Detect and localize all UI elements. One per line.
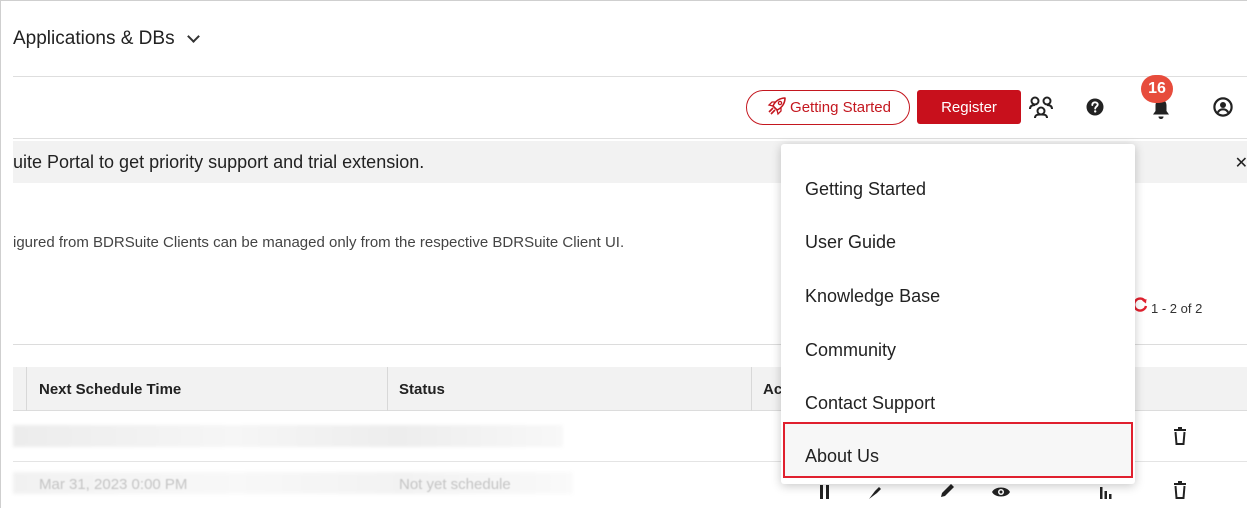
menu-item-community[interactable]: Community [805, 340, 896, 361]
applications-dbs-menu[interactable]: Applications & DBs [13, 27, 200, 50]
users-network-icon[interactable] [1027, 93, 1055, 121]
close-icon[interactable]: ✕ [1235, 153, 1247, 173]
register-button[interactable]: Register [917, 90, 1021, 124]
pagination: 1 - 2 of 2 [1133, 297, 1203, 316]
toolbar: Getting Started Register 16 [13, 75, 1247, 139]
applications-dbs-menu-label: Applications & DBs [13, 27, 175, 49]
top-navigation: Applications & DBs [13, 1, 1247, 77]
app-frame: Applications & DBs Getting Started Regis… [0, 0, 1247, 508]
pause-icon[interactable] [819, 485, 831, 504]
view-icon[interactable] [991, 485, 1011, 504]
next-schedule-value: Mar 31, 2023 0:00 PM [39, 476, 188, 493]
column-header-actions[interactable]: Ac [751, 367, 782, 411]
rocket-icon [765, 96, 787, 120]
column-separator [26, 367, 27, 411]
menu-item-about-us[interactable]: About Us [805, 446, 879, 467]
column-header-status[interactable]: Status [387, 367, 445, 411]
menu-item-knowledge-base[interactable]: Knowledge Base [805, 286, 940, 307]
redacted-content [13, 425, 563, 447]
pin-icon[interactable] [867, 485, 883, 504]
banner-text: uite Portal to get priority support and … [13, 151, 425, 172]
pagination-range: 1 - 2 of 2 [1151, 301, 1203, 316]
status-value: Not yet schedule [399, 476, 511, 493]
getting-started-button[interactable]: Getting Started [746, 90, 910, 125]
delete-icon[interactable] [1173, 481, 1187, 504]
help-icon[interactable] [1081, 93, 1109, 121]
info-note: igured from BDRSuite Clients can be mana… [13, 234, 625, 251]
help-dropdown-menu: Getting Started User Guide Knowledge Bas… [781, 144, 1135, 484]
menu-item-user-guide[interactable]: User Guide [805, 232, 896, 253]
bar-chart-icon[interactable] [1099, 485, 1113, 504]
column-header-next-schedule-time[interactable]: Next Schedule Time [39, 367, 181, 411]
delete-icon[interactable] [1173, 427, 1187, 450]
chevron-down-icon [186, 29, 200, 43]
getting-started-label: Getting Started [790, 99, 891, 116]
menu-item-contact-support[interactable]: Contact Support [805, 393, 935, 414]
edit-icon[interactable] [939, 483, 955, 504]
menu-item-getting-started[interactable]: Getting Started [805, 179, 926, 200]
notification-count-badge: 16 [1141, 75, 1173, 103]
user-account-icon[interactable] [1209, 93, 1237, 121]
